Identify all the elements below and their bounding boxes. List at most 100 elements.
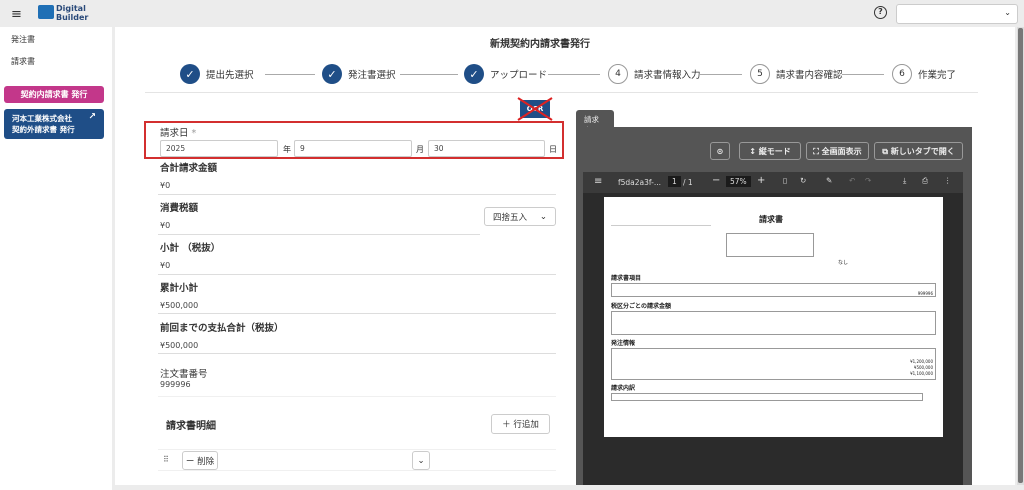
doc-breakdown-table xyxy=(611,393,923,401)
menu-icon[interactable]: ≡ xyxy=(11,7,22,22)
vertical-mode-button[interactable]: ↕ 縦モード xyxy=(739,142,801,160)
step-connector xyxy=(700,74,742,75)
step-3: ✓ アップロード xyxy=(464,64,547,84)
doc-tax-table xyxy=(611,311,936,335)
header-select[interactable]: ⌄ xyxy=(896,4,1018,24)
pdf-menu-icon[interactable]: ≡ xyxy=(594,176,602,187)
pdf-page-input[interactable]: 1 xyxy=(668,176,681,187)
info-button[interactable]: ⊙ xyxy=(710,142,730,160)
month-input[interactable]: 9 xyxy=(294,140,412,157)
chevron-down-icon: ⌄ xyxy=(1004,8,1011,17)
fit-page-icon[interactable]: ▯ xyxy=(783,176,787,185)
summary-table xyxy=(726,233,814,257)
scrollbar[interactable] xyxy=(1017,27,1024,485)
divider xyxy=(158,234,480,235)
year-unit: 年 xyxy=(283,144,291,155)
more-icon[interactable]: ⋮ xyxy=(944,176,952,185)
divider xyxy=(145,92,978,93)
day-unit: 日 xyxy=(549,144,557,155)
chevron-down-icon: ⌄ xyxy=(417,456,424,466)
logo-line2: Builder xyxy=(56,13,88,22)
invoice-date-label: 請求日 * xyxy=(160,125,196,139)
step-label: 提出先選択 xyxy=(206,67,254,81)
zoom-out-icon[interactable]: − xyxy=(712,175,720,186)
logo: DigitalBuilder xyxy=(56,4,88,22)
divider xyxy=(158,470,556,471)
tax-label: 消費税額 xyxy=(160,200,198,214)
check-icon: ✓ xyxy=(322,64,342,84)
previous-paid-value: ¥500,000 xyxy=(160,341,198,350)
doc-section-tax: 税区分ごとの請求金額 xyxy=(611,301,671,310)
step-number: 4 xyxy=(608,64,628,84)
pdf-page-count: / 1 xyxy=(683,178,693,187)
download-icon[interactable]: ⤓ xyxy=(903,176,906,186)
step-label: 発注書選択 xyxy=(348,67,396,81)
subtotal-label: 小計 （税抜） xyxy=(160,240,220,254)
undo-icon[interactable]: ↶ xyxy=(849,176,855,185)
pdf-toolbar: ≡ f5da2a3f-... 1 / 1 − 57% + ▯ ↻ ✎ ↶ ↷ ⤓… xyxy=(583,172,963,193)
doc-items-table: 999996 xyxy=(611,283,936,297)
day-input[interactable]: 30 xyxy=(428,140,545,157)
check-icon: ✓ xyxy=(464,64,484,84)
order-number-value: 999996 xyxy=(160,380,191,389)
doc-unpaid: ¥1,100,000 xyxy=(614,371,933,377)
delete-row-button[interactable]: ー 削除 xyxy=(182,451,218,470)
step-label: 作業完了 xyxy=(918,67,956,81)
rounding-value: 四捨五入 xyxy=(493,211,527,223)
issue-external-invoice-button[interactable]: 河本工業株式会社 契約外請求書 発行 ↗ xyxy=(4,109,104,139)
step-number: 6 xyxy=(892,64,912,84)
external-link-icon: ↗ xyxy=(88,112,96,123)
detail-title: 請求書明細 xyxy=(166,417,216,432)
check-icon: ✓ xyxy=(180,64,200,84)
month-unit: 月 xyxy=(416,144,424,155)
doc-order-no: 999996 xyxy=(918,291,933,296)
step-number: 5 xyxy=(750,64,770,84)
row-expand-button[interactable]: ⌄ xyxy=(412,451,430,470)
open-new-tab-button[interactable]: ⧉ 新しいタブで開く xyxy=(874,142,963,160)
doc-section-order: 発注情報 xyxy=(611,338,635,347)
print-icon[interactable]: ⎙ xyxy=(922,176,928,186)
chevron-down-icon: ⌄ xyxy=(540,212,547,222)
issue-contract-invoice-button[interactable]: 契約内請求書 発行 xyxy=(4,86,104,103)
info-icon: ⊙ xyxy=(717,147,724,156)
doc-title: 請求書 xyxy=(759,214,783,225)
cumulative-value: ¥500,000 xyxy=(160,301,198,310)
sidebar-item-orders[interactable]: 発注書 xyxy=(11,34,35,45)
annotate-icon[interactable]: ✎ xyxy=(826,176,832,185)
divider xyxy=(158,313,556,314)
step-6: 6 作業完了 xyxy=(892,64,956,84)
drag-handle-icon[interactable]: ⠿ xyxy=(163,455,169,464)
step-connector xyxy=(842,74,884,75)
step-label: 請求書情報入力 xyxy=(634,67,701,81)
fullscreen-button[interactable]: ⛶ 全画面表示 xyxy=(806,142,869,160)
pdf-filename: f5da2a3f-... xyxy=(618,178,661,187)
zoom-in-icon[interactable]: + xyxy=(757,175,765,186)
logo-icon xyxy=(38,5,54,19)
help-icon[interactable]: ? xyxy=(874,6,887,19)
tax-value: ¥0 xyxy=(160,221,170,230)
step-connector xyxy=(265,74,315,75)
step-connector xyxy=(400,74,458,75)
pdf-zoom-input[interactable]: 57% xyxy=(726,176,751,187)
step-label: アップロード xyxy=(490,67,547,81)
total-label: 合計請求金額 xyxy=(160,160,217,174)
year-input[interactable]: 2025 xyxy=(160,140,278,157)
logo-line1: Digital xyxy=(56,4,88,13)
step-4: 4 請求書情報入力 xyxy=(608,64,701,84)
required-mark: * xyxy=(192,128,197,139)
sidebar-item-invoices[interactable]: 請求書 xyxy=(11,56,35,67)
divider xyxy=(158,449,556,450)
rotate-icon[interactable]: ↻ xyxy=(800,176,806,185)
rounding-select[interactable]: 四捨五入 ⌄ xyxy=(484,207,556,226)
recipient-block xyxy=(611,225,711,265)
cumulative-label: 累計小計 xyxy=(160,280,198,294)
order-number-label: 注文書番号 xyxy=(160,366,208,380)
total-value: ¥0 xyxy=(160,181,170,190)
page-title: 新規契約内請求書発行 xyxy=(490,35,590,50)
ocr-button[interactable]: OCR xyxy=(520,100,550,118)
external-button-line1: 河本工業株式会社 xyxy=(12,113,96,124)
tab-invoice[interactable]: 請求書 xyxy=(576,110,614,128)
redo-icon[interactable]: ↷ xyxy=(865,176,871,185)
cross-mark-icon xyxy=(516,96,554,122)
add-row-button[interactable]: ＋ 行追加 xyxy=(491,414,550,434)
